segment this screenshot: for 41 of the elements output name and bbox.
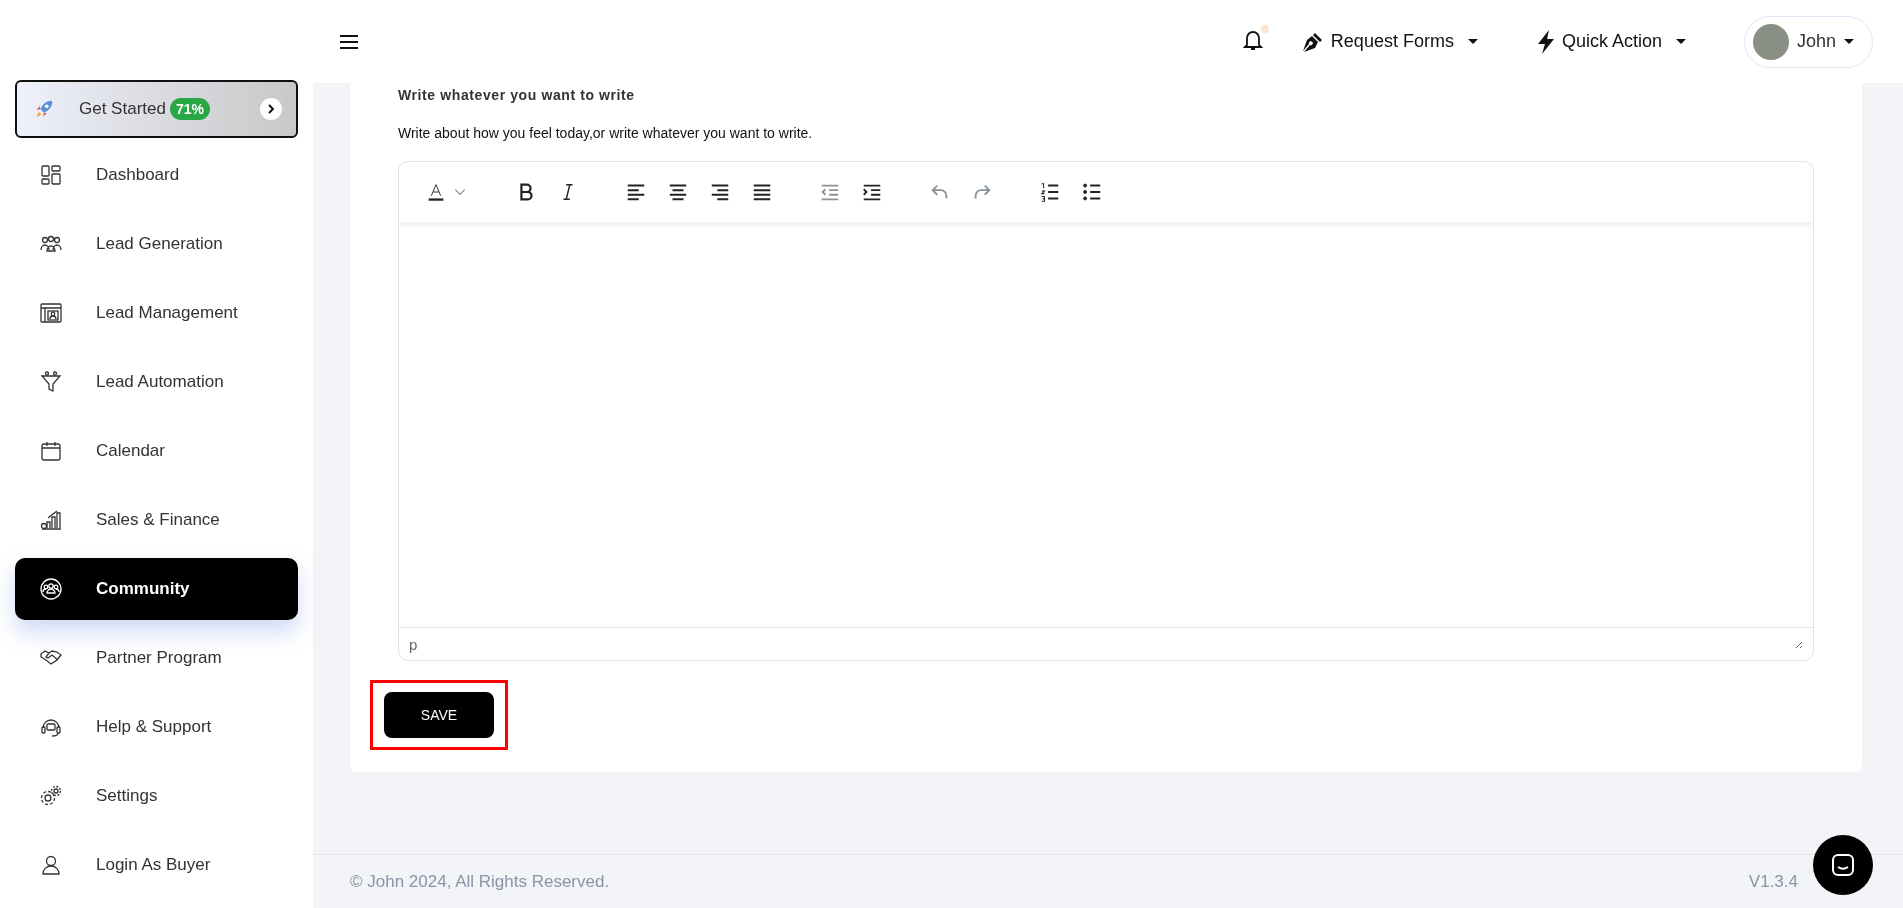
user-icon [39, 853, 63, 877]
sidebar-item[interactable]: Lead Generation [15, 213, 298, 275]
rich-text-editor[interactable]: p [398, 161, 1814, 661]
get-started-button[interactable]: Get Started 71% [15, 80, 298, 138]
sidebar-item[interactable]: Login As Buyer [15, 834, 298, 896]
calendar-icon [39, 439, 63, 463]
sidebar-item[interactable]: Partner Program [15, 627, 298, 689]
header-menu[interactable]: Quick Action [1535, 28, 1686, 55]
community-icon [39, 577, 63, 601]
editor-description: Write about how you feel today,or write whatever you want to write. [398, 125, 814, 141]
editor-title: Write whatever you want to write [398, 86, 636, 103]
sidebar-item[interactable]: Lead Automation [15, 351, 298, 413]
numbered-list-icon [1039, 181, 1061, 203]
copyright-text: © John 2024, All Rights Reserved. [350, 872, 610, 892]
lightning-icon [1535, 28, 1556, 55]
sidebar-item[interactable]: Community [15, 558, 298, 620]
sidebar-item[interactable]: Settings [15, 765, 298, 827]
resize-handle-icon[interactable] [1793, 639, 1803, 649]
sidebar-item[interactable]: Calendar [15, 420, 298, 482]
chevron-right-icon [266, 104, 276, 114]
sidebar-item[interactable]: Lead Management [15, 282, 298, 344]
header-menu[interactable]: Request Forms [1300, 29, 1478, 54]
save-button[interactable]: SAVE [384, 692, 494, 738]
chat-button[interactable] [1813, 835, 1873, 895]
gears-icon [39, 784, 63, 808]
contact-card-icon [39, 301, 63, 325]
funnel-icon [39, 370, 63, 394]
menu-icon[interactable] [339, 33, 359, 50]
chat-icon [1830, 852, 1856, 878]
bulleted-list-icon [1081, 181, 1103, 203]
progress-badge: 71% [169, 98, 210, 120]
sidebar-item[interactable]: Dashboard [15, 144, 298, 206]
dashboard-icon [39, 163, 63, 187]
version-text: V1.3.4 [1748, 872, 1798, 892]
sidebar-item[interactable]: Sales & Finance [15, 489, 298, 551]
get-started-label: Get Started [79, 99, 166, 119]
avatar [1752, 23, 1789, 60]
sidebar-item[interactable]: Help & Support [15, 696, 298, 758]
bar-chart-icon [39, 508, 63, 532]
bell-icon[interactable] [1242, 28, 1263, 51]
element-path: p [409, 635, 418, 653]
